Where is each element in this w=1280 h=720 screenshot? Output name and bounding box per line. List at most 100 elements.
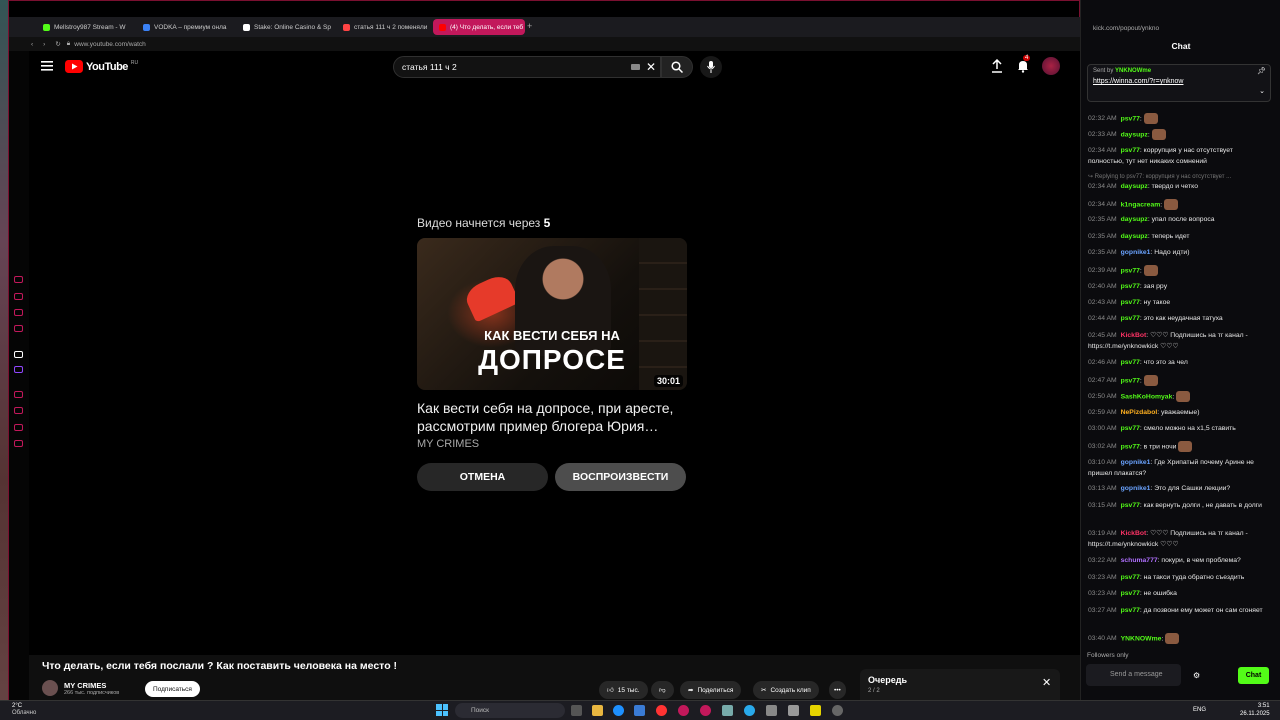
message-username[interactable]: psv77 [1121,590,1140,597]
channel-name[interactable]: MY CRIMES [64,681,119,690]
explorer-icon[interactable] [592,705,603,716]
play-button[interactable]: ВОСПРОИЗВЕСТИ [555,463,686,491]
pinned-link[interactable]: https://winna.com/?r=ynknow [1093,78,1265,85]
message-username[interactable]: gopnike1 [1121,485,1151,492]
message-username[interactable]: psv77 [1121,147,1140,154]
chevron-down-icon[interactable]: ⌄ [1259,87,1265,95]
yandex-icon[interactable] [656,705,667,716]
message-username[interactable]: psv77 [1121,377,1140,384]
message-username[interactable]: daysupz [1121,233,1148,240]
message-username[interactable]: daysupz [1121,131,1148,138]
chat-send-button[interactable]: Chat [1238,667,1269,684]
settings-icon[interactable]: ⚙ [1193,671,1200,680]
edge-icon[interactable] [613,705,624,716]
forward-icon[interactable]: › [43,41,45,48]
tab-stake[interactable]: Stake: Online Casino & Sp [237,19,333,35]
message-username[interactable]: daysupz [1121,216,1148,223]
message-username[interactable]: psv77 [1121,315,1140,322]
youtube-logo[interactable]: YouTube RU [65,60,138,73]
next-video-title[interactable]: Как вести себя на допросе, при аресте, р… [417,399,687,435]
sidebar-twitch-icon[interactable] [14,366,23,373]
subscribe-button[interactable]: Подписаться [145,681,200,697]
app3-icon[interactable] [832,705,843,716]
message-username[interactable]: psv77 [1121,574,1140,581]
message-username[interactable]: KickBot [1121,332,1147,339]
message-username[interactable]: gopnike1 [1121,459,1151,466]
sidebar-message-icon[interactable] [14,325,23,332]
notification-bell-icon[interactable]: 4 [1017,55,1031,73]
address-bar[interactable]: ‹ › ↻ 🔒︎ www.youtube.com/watch [9,37,1081,51]
close-icon[interactable]: ✕ [1042,676,1051,689]
pinned-message[interactable]: Sent by YNKNOWme https://winna.com/?r=yn… [1087,64,1271,102]
kick-url-bar[interactable]: kick.com/popout/ynkno [1081,20,1280,36]
channel-info[interactable]: MY CRIMES 266 тыс. подписчиков [42,680,119,696]
tab-youtube[interactable]: (4) Что делать, если теб [433,19,525,35]
sidebar-box-icon[interactable] [14,424,23,431]
url-text[interactable]: www.youtube.com/watch [74,41,146,48]
clock[interactable]: 3:51 26.11.2025 [1240,702,1270,718]
queue-panel[interactable]: Очередь 2 / 2 ✕ [860,669,1060,701]
message-username[interactable]: YNKNOWme [1121,635,1162,642]
sidebar-history2-icon[interactable] [14,407,23,414]
settings-app-icon[interactable] [722,705,733,716]
send-message-input[interactable]: Send a message [1086,664,1181,686]
like-button[interactable]: 👍︎ 15 тыс. [599,681,648,699]
menu-icon[interactable] [41,61,53,71]
taskbar-search[interactable]: Поиск [455,703,565,718]
calculator-icon[interactable] [788,705,799,716]
message-username[interactable]: psv77 [1121,502,1140,509]
message-username[interactable]: daysupz [1121,183,1148,190]
upload-icon[interactable] [991,59,1003,73]
message-username[interactable]: psv77 [1121,115,1140,122]
keyboard-icon[interactable] [631,64,640,70]
new-tab-button[interactable]: + [527,21,532,31]
store-icon[interactable] [634,705,645,716]
message-username[interactable]: psv77 [1121,425,1140,432]
clear-icon[interactable]: ✕ [646,60,656,74]
sidebar-clock-icon[interactable] [14,391,23,398]
opera-gx-icon[interactable] [700,705,711,716]
sidebar-history-icon[interactable] [14,276,23,283]
app-icon[interactable] [766,705,777,716]
telegram-icon[interactable] [744,705,755,716]
message-username[interactable]: k1ngacream [1121,201,1161,208]
message-username[interactable]: NePizdabol [1121,409,1158,416]
sidebar-bag-icon[interactable] [14,293,23,300]
message-username[interactable]: SashKoHomyak [1121,393,1173,400]
task-view-icon[interactable] [571,705,582,716]
windows-start-icon[interactable] [436,704,448,716]
opera-icon[interactable] [678,705,689,716]
weather-widget[interactable]: 2°C Облачно [12,703,36,717]
message-username[interactable]: psv77 [1121,607,1140,614]
message-username[interactable]: psv77 [1121,443,1140,450]
reload-icon[interactable]: ↻ [55,40,60,48]
message-username[interactable]: psv77 [1121,299,1140,306]
sidebar-kick-icon[interactable] [14,351,23,358]
next-video-channel[interactable]: MY CRIMES [417,438,687,450]
message-username[interactable]: schuma777 [1121,557,1158,564]
dislike-button[interactable]: 👎︎ [651,681,674,699]
language-indicator[interactable]: ENG [1193,707,1206,713]
pin-icon[interactable]: 📌︎ [1257,67,1266,75]
tab-mellstroy[interactable]: Mellstroy987 Stream - W [37,19,133,35]
message-username[interactable]: psv77 [1121,283,1140,290]
back-icon[interactable]: ‹ [31,41,33,48]
share-button[interactable]: ➦ Поделиться [680,681,742,699]
more-button[interactable]: ••• [829,681,846,699]
message-username[interactable]: gopnike1 [1121,249,1151,256]
cancel-button[interactable]: ОТМЕНА [417,463,548,491]
sidebar-chat-icon[interactable] [14,309,23,316]
app2-icon[interactable] [810,705,821,716]
tab-search[interactable]: статья 111 ч 2 поменяли [337,19,433,35]
channel-avatar[interactable] [42,680,58,696]
message-username[interactable]: psv77 [1121,267,1140,274]
tab-vodka[interactable]: VODKA – премиум онла [137,19,233,35]
account-avatar[interactable] [1042,57,1060,75]
message-username[interactable]: psv77 [1121,359,1140,366]
search-button[interactable] [661,56,693,78]
message-username[interactable]: KickBot [1121,530,1147,537]
search-input[interactable]: статья 111 ч 2 ✕ [393,56,661,78]
clip-button[interactable]: ✂ Создать клип [753,681,819,699]
next-video-thumbnail[interactable]: КАК ВЕСТИ СЕБЯ НА ДОПРОСЕ 30:01 [417,238,687,390]
sidebar-settings-icon[interactable] [14,440,23,447]
